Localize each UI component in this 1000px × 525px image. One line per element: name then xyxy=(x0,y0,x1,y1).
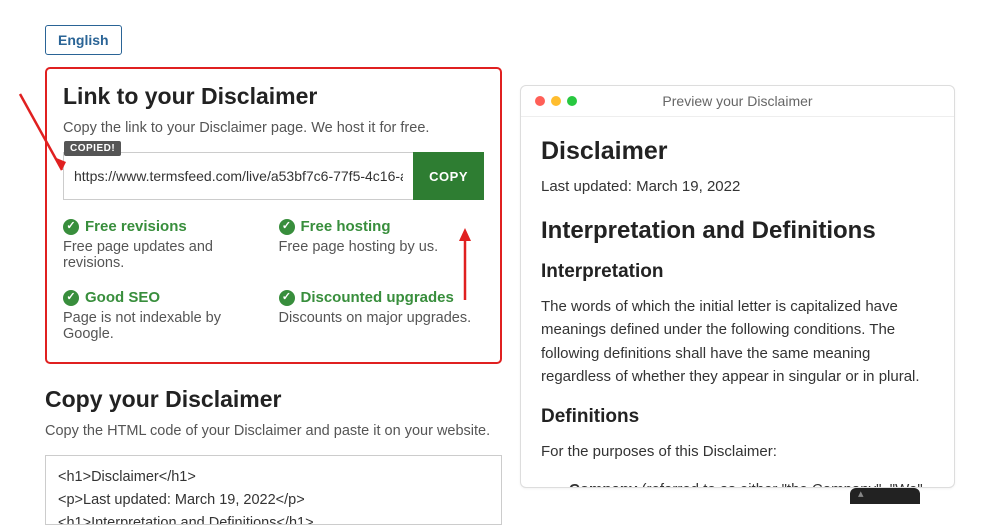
feature-desc: Free page updates and revisions. xyxy=(63,239,269,271)
check-icon: ✓ xyxy=(63,290,79,306)
url-row: COPIED! COPY xyxy=(63,152,484,200)
check-icon: ✓ xyxy=(279,290,295,306)
link-section-highlight: Link to your Disclaimer Copy the link to… xyxy=(45,67,502,364)
preview-title: Preview your Disclaimer xyxy=(521,93,954,109)
preview-h3-interpretation: Interpretation xyxy=(541,261,934,283)
preview-p1: The words of which the initial letter is… xyxy=(541,295,934,388)
preview-h3-definitions: Definitions xyxy=(541,406,934,428)
feature-title: Discounted upgrades xyxy=(301,289,454,306)
window-dot-green xyxy=(567,96,577,106)
window-dot-red xyxy=(535,96,545,106)
preview-updated: Last updated: March 19, 2022 xyxy=(541,178,934,195)
preview-h1: Disclaimer xyxy=(541,137,934,166)
check-icon: ✓ xyxy=(63,219,79,235)
feature-free-revisions: ✓ Free revisions Free page updates and r… xyxy=(63,218,269,271)
preview-body[interactable]: Disclaimer Last updated: March 19, 2022 … xyxy=(521,117,954,487)
feature-discounted-upgrades: ✓ Discounted upgrades Discounts on major… xyxy=(279,289,485,342)
feature-good-seo: ✓ Good SEO Page is not indexable by Goog… xyxy=(63,289,269,342)
window-dot-yellow xyxy=(551,96,561,106)
check-icon: ✓ xyxy=(279,219,295,235)
feature-title: Free revisions xyxy=(85,218,187,235)
copy-section-subtitle: Copy the HTML code of your Disclaimer an… xyxy=(45,423,502,439)
feature-desc: Page is not indexable by Google. xyxy=(63,310,269,342)
feature-title: Good SEO xyxy=(85,289,160,306)
copy-section: Copy your Disclaimer Copy the HTML code … xyxy=(45,386,502,525)
code-box[interactable]: <h1>Disclaimer</h1> <p>Last updated: Mar… xyxy=(45,455,502,525)
link-section-subtitle: Copy the link to your Disclaimer page. W… xyxy=(63,120,484,136)
language-button[interactable]: English xyxy=(45,25,122,55)
feature-desc: Discounts on major upgrades. xyxy=(279,310,485,326)
feature-title: Free hosting xyxy=(301,218,391,235)
scroll-to-top-widget[interactable] xyxy=(850,488,920,504)
preview-h2: Interpretation and Definitions xyxy=(541,217,934,245)
copied-badge: COPIED! xyxy=(64,141,121,156)
preview-p2: For the purposes of this Disclaimer: xyxy=(541,440,934,463)
list-item: Company (referred to as either "the Comp… xyxy=(569,481,934,487)
copy-button[interactable]: COPY xyxy=(413,152,484,200)
feature-free-hosting: ✓ Free hosting Free page hosting by us. xyxy=(279,218,485,271)
link-section-title: Link to your Disclaimer xyxy=(63,83,484,110)
url-input[interactable] xyxy=(63,152,413,200)
preview-list: Company (referred to as either "the Comp… xyxy=(541,481,934,487)
preview-card: Preview your Disclaimer Disclaimer Last … xyxy=(520,85,955,488)
copy-section-title: Copy your Disclaimer xyxy=(45,386,502,413)
preview-header: Preview your Disclaimer xyxy=(521,86,954,117)
feature-desc: Free page hosting by us. xyxy=(279,239,485,255)
